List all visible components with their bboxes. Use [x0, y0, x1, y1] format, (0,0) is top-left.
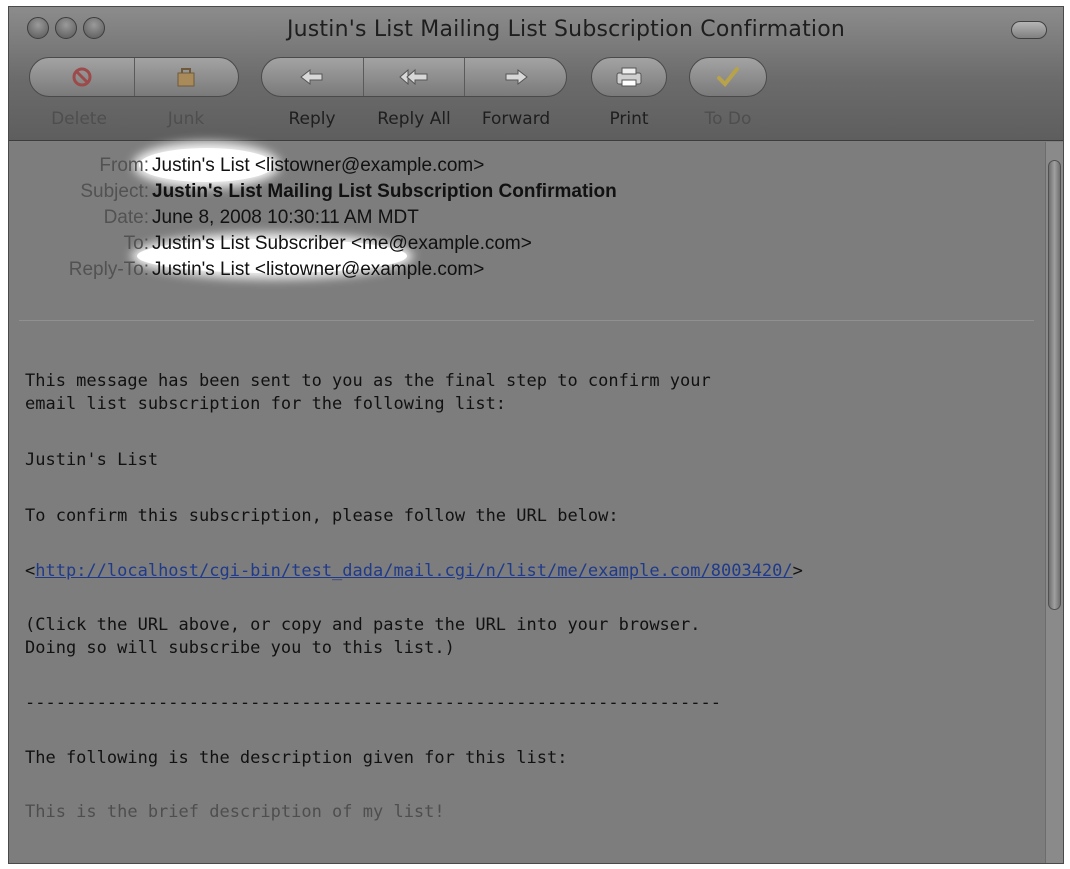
from-value[interactable]: Justin's List <listowner@example.com> [152, 154, 484, 178]
junk-button[interactable] [133, 58, 239, 96]
delete-button[interactable] [30, 58, 134, 96]
body-intro-line-1: This message has been sent to you as the… [25, 371, 711, 391]
body-note-line-1: (Click the URL above, or copy and paste … [25, 615, 701, 635]
body-note-line-2: Doing so will subscribe you to this list… [25, 638, 455, 658]
print-label[interactable]: Print [574, 109, 684, 129]
reply-all-button[interactable] [362, 58, 465, 96]
body-list-name: Justin's List [25, 450, 159, 470]
window-title: Justin's List Mailing List Subscription … [286, 17, 846, 42]
confirm-url-line: <http://localhost/cgi-bin/test_dada/mail… [25, 560, 803, 583]
to-name: Justin's List Subscriber [152, 233, 346, 254]
body-confirm-instruction: To confirm this subscription, please fol… [25, 506, 619, 526]
url-close-bracket: > [792, 561, 803, 581]
body-description: This is the brief description of my list… [25, 802, 445, 822]
to-key: To: [123, 233, 149, 254]
to-value[interactable]: Justin's List Subscriber <me@example.com… [152, 232, 532, 256]
print-button[interactable] [592, 58, 666, 96]
subject-value: Justin's List Mailing List Subscription … [152, 181, 617, 202]
from-key: From: [99, 155, 149, 176]
header-divider [19, 320, 1034, 321]
date-row: Date: June 8, 2008 10:30:11 AM MDT [9, 206, 1039, 230]
from-name: Justin's List [152, 155, 250, 176]
printer-icon [616, 67, 642, 87]
delete-label[interactable]: Delete [24, 109, 134, 129]
body-separator: ----------------------------------------… [25, 693, 721, 713]
reply-to-value[interactable]: Justin's List <listowner@example.com> [152, 258, 484, 282]
message-viewer: From: Justin's List <listowner@example.c… [9, 142, 1047, 863]
date-value: June 8, 2008 10:30:11 AM MDT [152, 207, 419, 228]
from-row: From: Justin's List <listowner@example.c… [9, 154, 1039, 178]
subject-row: Subject: Justin's List Mailing List Subs… [9, 180, 1039, 204]
forward-arrow-icon [505, 68, 528, 86]
delete-junk-group [29, 57, 239, 97]
checkmark-icon [717, 67, 739, 87]
forward-button[interactable] [464, 58, 566, 96]
reply-label[interactable]: Reply [257, 109, 367, 129]
junk-bag-icon [177, 68, 195, 87]
confirm-url-link[interactable]: http://localhost/cgi-bin/test_dada/mail.… [35, 561, 792, 581]
todo-group [689, 57, 767, 97]
forward-label[interactable]: Forward [461, 109, 571, 129]
to-row: To: Justin's List Subscriber <me@example… [9, 232, 1039, 256]
mail-window: Justin's List Mailing List Subscription … [8, 6, 1064, 864]
toolbar-area: Justin's List Mailing List Subscription … [9, 7, 1063, 141]
reply-button[interactable] [262, 58, 363, 96]
junk-label[interactable]: Junk [131, 109, 241, 129]
todo-button[interactable] [690, 58, 766, 96]
subject-key: Subject: [80, 181, 149, 202]
delete-icon [72, 67, 92, 87]
body-intro-line-2: email list subscription for the followin… [25, 394, 507, 414]
scrollbar-thumb[interactable] [1048, 160, 1061, 610]
reply-group [261, 57, 567, 97]
reply-to-row: Reply-To: Justin's List <listowner@examp… [9, 258, 1039, 282]
reply-all-label[interactable]: Reply All [359, 109, 469, 129]
url-open-bracket: < [25, 561, 36, 581]
reply-all-arrow-icon [399, 68, 428, 86]
print-group [591, 57, 667, 97]
date-key: Date: [103, 207, 149, 228]
to-address: <me@example.com> [350, 233, 532, 254]
reply-arrow-icon [300, 68, 323, 86]
reply-to-key: Reply-To: [68, 259, 149, 280]
toolbar-toggle-button[interactable] [1011, 21, 1047, 39]
from-address: <listowner@example.com> [254, 155, 485, 176]
vertical-scrollbar[interactable] [1045, 142, 1063, 863]
body-description-intro: The following is the description given f… [25, 748, 568, 768]
todo-label[interactable]: To Do [673, 109, 783, 129]
